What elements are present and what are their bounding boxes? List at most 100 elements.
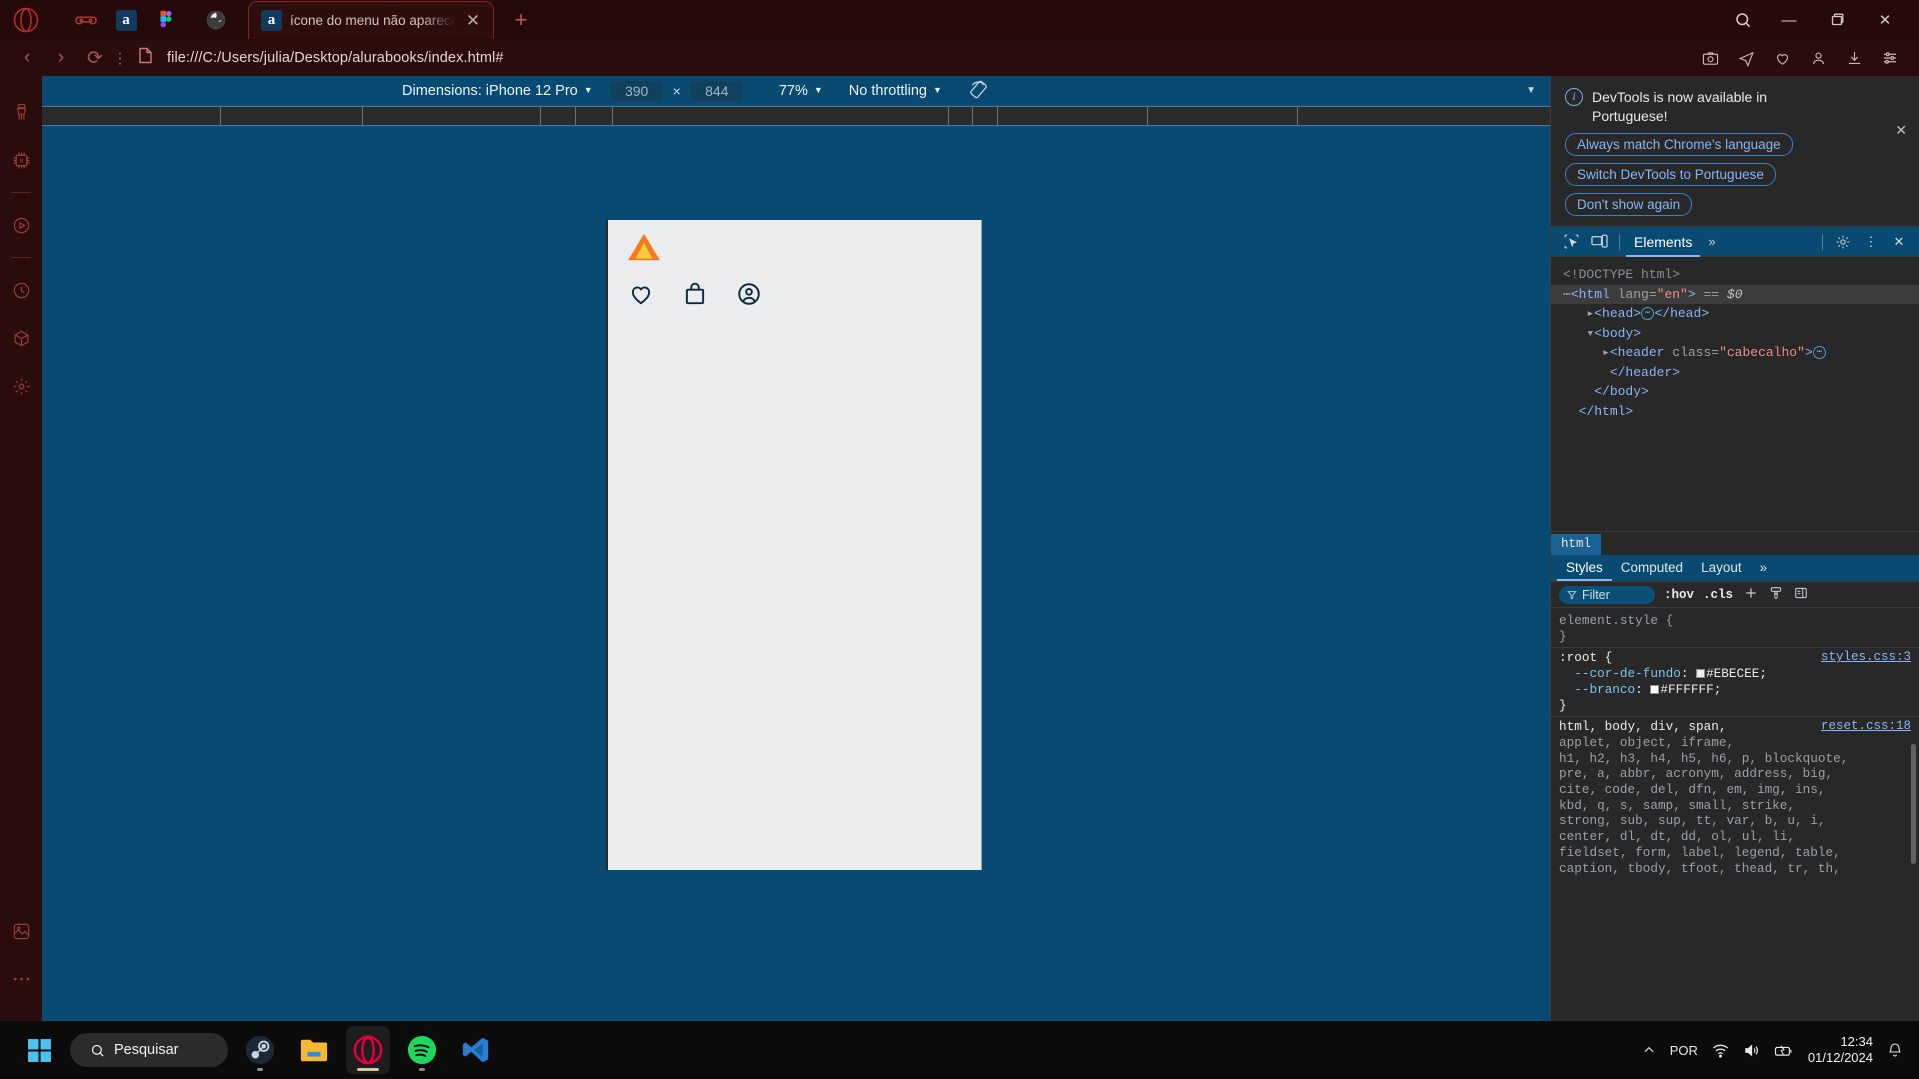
tab-search-icon[interactable]: [1723, 1, 1763, 39]
minimize-button[interactable]: —: [1767, 1, 1811, 39]
dom-line-body-open[interactable]: ▾<body>: [1551, 324, 1919, 344]
more-tabs-icon[interactable]: »: [1700, 234, 1723, 249]
rule-source-link[interactable]: reset.css:18: [1821, 719, 1911, 735]
css-rule-element-style[interactable]: element.style { }: [1551, 611, 1919, 649]
inspect-element-icon[interactable]: [1557, 229, 1585, 255]
language-indicator[interactable]: POR: [1670, 1043, 1698, 1058]
dom-line-head[interactable]: ▸<head> ⋯ </head>: [1551, 304, 1919, 324]
extensions-icon[interactable]: [6, 916, 36, 946]
history-icon[interactable]: [6, 275, 36, 305]
easy-setup-icon[interactable]: [1873, 43, 1907, 73]
switch-to-portuguese-button[interactable]: Switch DevTools to Portuguese: [1565, 163, 1776, 186]
emulated-device-frame[interactable]: [606, 220, 982, 870]
send-icon[interactable]: [1729, 43, 1763, 73]
toggle-sidebar-icon[interactable]: [1794, 586, 1808, 603]
paintbrush-icon[interactable]: [1769, 586, 1783, 603]
player-icon[interactable]: [6, 210, 36, 240]
width-input[interactable]: 390: [610, 81, 663, 101]
volume-icon[interactable]: [1743, 1042, 1760, 1059]
download-icon[interactable]: [1837, 43, 1871, 73]
clock[interactable]: 12:34 01/12/2024: [1808, 1034, 1873, 1066]
tab-globe-pinned[interactable]: [198, 4, 234, 36]
spotify-icon[interactable]: [400, 1026, 444, 1074]
forward-button[interactable]: ›: [44, 43, 78, 73]
styles-scrollbar[interactable]: [1911, 76, 1918, 1021]
close-window-button[interactable]: ✕: [1863, 1, 1907, 39]
wifi-icon[interactable]: [1712, 1042, 1729, 1059]
reload-button[interactable]: ⟳: [78, 43, 112, 73]
devtools-more-icon[interactable]: ⋮: [1857, 229, 1885, 255]
file-explorer-icon[interactable]: [292, 1026, 336, 1074]
battery-icon[interactable]: [1774, 1042, 1794, 1059]
always-match-language-button[interactable]: Always match Chrome's language: [1565, 133, 1793, 156]
taskbar-search[interactable]: Pesquisar: [70, 1033, 228, 1067]
close-notification-icon[interactable]: ✕: [1895, 122, 1907, 139]
filter-input[interactable]: Filter: [1559, 585, 1655, 604]
chevron-down-icon[interactable]: ▼: [933, 85, 942, 95]
dont-show-again-button[interactable]: Don't show again: [1565, 193, 1693, 216]
heart-icon[interactable]: [1765, 43, 1799, 73]
package-icon[interactable]: [6, 323, 36, 353]
shopping-bag-icon[interactable]: [682, 281, 708, 307]
maximize-button[interactable]: [1815, 1, 1859, 39]
windows-start-icon[interactable]: [18, 1029, 60, 1071]
settings-icon[interactable]: [6, 371, 36, 401]
zoom-select[interactable]: 77%: [779, 83, 808, 99]
rotate-icon[interactable]: [968, 79, 989, 104]
plus-icon[interactable]: [1744, 586, 1758, 603]
height-input[interactable]: 844: [690, 81, 743, 101]
bell-icon[interactable]: [1887, 1042, 1903, 1058]
tab-styles[interactable]: Styles: [1557, 555, 1612, 581]
breadcrumb: html: [1551, 531, 1919, 555]
chevron-down-icon[interactable]: ▼: [814, 85, 823, 95]
cleaner-icon[interactable]: [6, 97, 36, 127]
throttling-select[interactable]: No throttling: [849, 83, 927, 99]
aria-ai-icon[interactable]: M: [6, 145, 36, 175]
dom-tree: <!DOCTYPE html> ⋯<html lang="en"> == $0 …: [1551, 257, 1919, 531]
css-declaration[interactable]: --cor-de-fundo: #EBECEE;: [1559, 666, 1911, 682]
alura-logo[interactable]: [626, 232, 662, 262]
heart-icon[interactable]: [628, 281, 654, 307]
tab-layout[interactable]: Layout: [1692, 555, 1751, 581]
tab-computed[interactable]: Computed: [1612, 555, 1692, 581]
gear-icon[interactable]: [1829, 229, 1857, 255]
breadcrumb-item-html[interactable]: html: [1551, 534, 1602, 555]
color-swatch[interactable]: [1650, 684, 1660, 694]
style-tabs-more-icon[interactable]: »: [1751, 555, 1777, 581]
cls-toggle[interactable]: .cls: [1703, 588, 1733, 602]
css-rule-reset[interactable]: reset.css:18 html, body, div, span, appl…: [1551, 717, 1919, 878]
css-rule-root[interactable]: :root { styles.css:3 --cor-de-fundo: #EB…: [1551, 648, 1919, 718]
app-running-indicator: [419, 1068, 425, 1071]
dom-line-header[interactable]: ▸<header class="cabecalho"> ⋯: [1551, 343, 1919, 363]
figma-icon[interactable]: [148, 4, 184, 36]
rule-source-link[interactable]: styles.css:3: [1821, 650, 1911, 666]
chevron-down-icon[interactable]: ▼: [584, 85, 593, 95]
page-menu-icon[interactable]: ⋮: [112, 49, 128, 67]
sidebar-more-icon[interactable]: [6, 964, 36, 994]
opera-icon[interactable]: [346, 1026, 390, 1074]
css-declaration[interactable]: --branco: #FFFFFF;: [1559, 682, 1911, 698]
dimensions-select[interactable]: Dimensions: iPhone 12 Pro: [402, 83, 578, 99]
tab-close-icon[interactable]: ✕: [463, 11, 483, 31]
active-browser-tab[interactable]: a ícone do menu não aparece ✕: [248, 1, 494, 39]
chevron-up-icon[interactable]: [1642, 1043, 1656, 1057]
hov-toggle[interactable]: :hov: [1664, 588, 1694, 602]
profile-icon[interactable]: [1801, 43, 1835, 73]
new-tab-button[interactable]: +: [508, 7, 534, 33]
close-devtools-icon[interactable]: ✕: [1885, 229, 1913, 255]
snapshot-icon[interactable]: [1693, 43, 1727, 73]
dom-line-html[interactable]: ⋯<html lang="en"> == $0: [1551, 284, 1919, 304]
amazon-icon[interactable]: a: [108, 4, 144, 36]
address-bar[interactable]: file:///C:/Users/julia/Desktop/alurabook…: [138, 47, 1693, 69]
steam-icon[interactable]: [238, 1026, 282, 1074]
tab-title: ícone do menu não aparece: [290, 13, 455, 28]
back-button[interactable]: ‹: [10, 43, 44, 73]
tab-elements[interactable]: Elements: [1626, 227, 1701, 257]
game-controller-icon[interactable]: [68, 4, 104, 36]
color-swatch[interactable]: [1696, 669, 1706, 679]
device-toolbar-icon[interactable]: [1585, 229, 1613, 255]
device-toolbar-more-options[interactable]: ▼: [1526, 85, 1536, 96]
opera-logo-icon[interactable]: [8, 0, 44, 40]
vscode-icon[interactable]: [454, 1026, 498, 1074]
account-icon[interactable]: [736, 281, 762, 307]
